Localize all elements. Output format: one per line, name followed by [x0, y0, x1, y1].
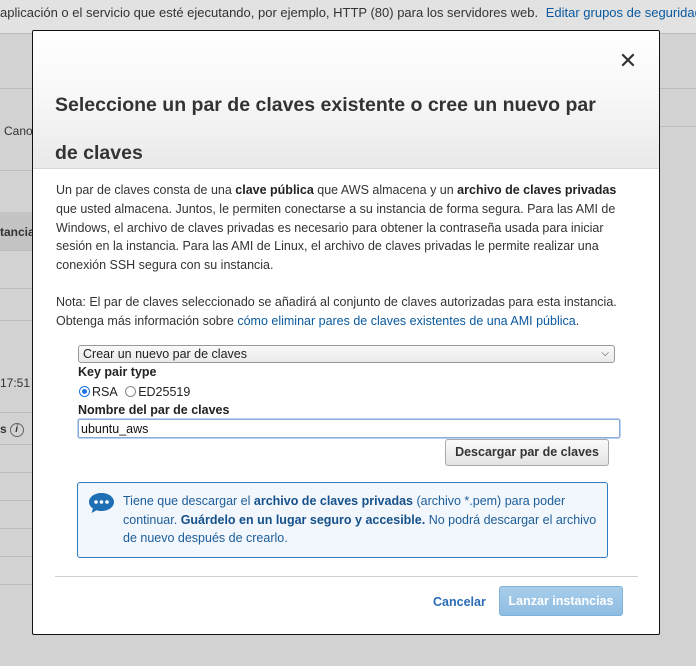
background-header-text: aplicación o el servicio que esté ejecut… [0, 5, 696, 20]
rsa-radio[interactable] [79, 386, 90, 397]
info-icon[interactable]: i [9, 422, 24, 437]
warning-bold: archivo de claves privadas [253, 494, 413, 508]
key-pair-type-options: RSA ED25519 [79, 385, 194, 399]
background-divider [0, 250, 34, 251]
background-divider [0, 288, 34, 289]
description-text: que usted almacena. Juntos, le permiten … [56, 201, 616, 273]
note-text: . [575, 313, 580, 328]
description-bold: clave pública [235, 183, 314, 197]
background-divider [0, 88, 34, 89]
background-text-fragment: Cano [4, 124, 33, 138]
edit-security-groups-link[interactable]: Editar grupos de seguridad [546, 5, 696, 20]
dialog-header: Seleccione un par de claves existente o … [33, 31, 659, 169]
chevron-down-icon: ⌵ [601, 348, 609, 359]
cancel-button[interactable]: Cancelar [433, 595, 486, 609]
background-fragment-text: s [0, 422, 7, 436]
close-icon[interactable]: ✕ [617, 50, 639, 73]
ed25519-radio[interactable] [125, 386, 137, 397]
background-divider [0, 412, 34, 413]
warning-bold: Guárdelo en un lugar seguro y accesible. [180, 512, 426, 527]
description-bold: archivo de claves privadas [457, 183, 617, 197]
background-divider [0, 584, 34, 585]
dialog-title: Seleccione un par de claves existente o … [55, 94, 596, 164]
background-divider [0, 500, 34, 501]
background-divider [658, 88, 696, 89]
rsa-option-label[interactable]: RSA [92, 385, 118, 399]
warning-text: Tiene que descargar el [123, 494, 254, 508]
background-text-fragment: 17:51 [0, 376, 31, 390]
download-warning-box: Tiene que descargar el archivo de claves… [77, 482, 608, 558]
key-pair-name-input[interactable] [77, 418, 621, 439]
background-divider [0, 320, 34, 321]
background-divider [0, 556, 34, 557]
launch-instances-button[interactable]: Lanzar instancias [499, 586, 623, 616]
ed25519-option-label[interactable]: ED25519 [138, 385, 190, 399]
description-text: Un par de claves consta de una [56, 183, 236, 197]
download-key-pair-button[interactable]: Descargar par de claves [445, 439, 609, 466]
background-header: aplicación o el servicio que esté ejecut… [0, 0, 696, 34]
key-pair-action-select[interactable]: Crear un nuevo par de claves ⌵ [78, 345, 615, 363]
background-text-fragment: tancia [0, 225, 35, 239]
background-divider [658, 126, 696, 127]
key-pair-note: Nota: El par de claves seleccionado se a… [56, 293, 626, 331]
background-text-fragment: si [0, 422, 24, 437]
key-pair-name-label: Nombre del par de claves [78, 403, 230, 417]
key-pair-dialog: Seleccione un par de claves existente o … [32, 30, 660, 635]
download-warning-text: Tiene que descargar el archivo de claves… [123, 492, 603, 548]
background-divider [0, 170, 34, 171]
background-divider [0, 528, 34, 529]
key-pair-type-label: Key pair type [78, 365, 157, 379]
security-group-hint: aplicación o el servicio que esté ejecut… [0, 5, 539, 20]
background-divider [0, 444, 34, 445]
background-divider [0, 472, 34, 473]
remove-key-pairs-link[interactable]: cómo eliminar pares de claves existentes… [237, 314, 575, 328]
footer-divider [55, 576, 638, 577]
dialog-body: Un par de claves consta de una clave púb… [56, 181, 626, 331]
key-pair-description: Un par de claves consta de una clave púb… [56, 181, 626, 275]
description-text: que AWS almacena y un [313, 183, 458, 197]
chat-bubble-icon [89, 493, 114, 513]
select-value: Crear un nuevo par de claves [83, 347, 247, 361]
